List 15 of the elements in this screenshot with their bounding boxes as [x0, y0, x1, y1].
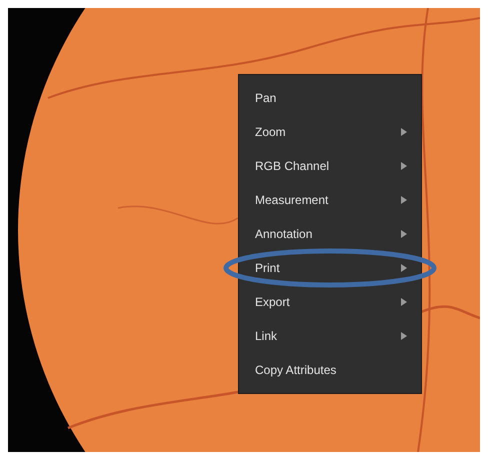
menu-item[interactable]: Pan: [239, 81, 421, 115]
menu-item[interactable]: Copy Attributes: [239, 353, 421, 387]
submenu-caret-icon: [401, 230, 407, 238]
menu-item[interactable]: Annotation: [239, 217, 421, 251]
submenu-caret-icon: [401, 162, 407, 170]
submenu-caret-icon: [401, 298, 407, 306]
submenu-caret-icon: [401, 332, 407, 340]
menu-item[interactable]: RGB Channel: [239, 149, 421, 183]
submenu-caret-icon: [401, 264, 407, 272]
menu-item[interactable]: Link: [239, 319, 421, 353]
submenu-caret-icon: [401, 196, 407, 204]
menu-item[interactable]: Export: [239, 285, 421, 319]
menu-item[interactable]: Measurement: [239, 183, 421, 217]
menu-item[interactable]: Zoom: [239, 115, 421, 149]
submenu-caret-icon: [401, 128, 407, 136]
